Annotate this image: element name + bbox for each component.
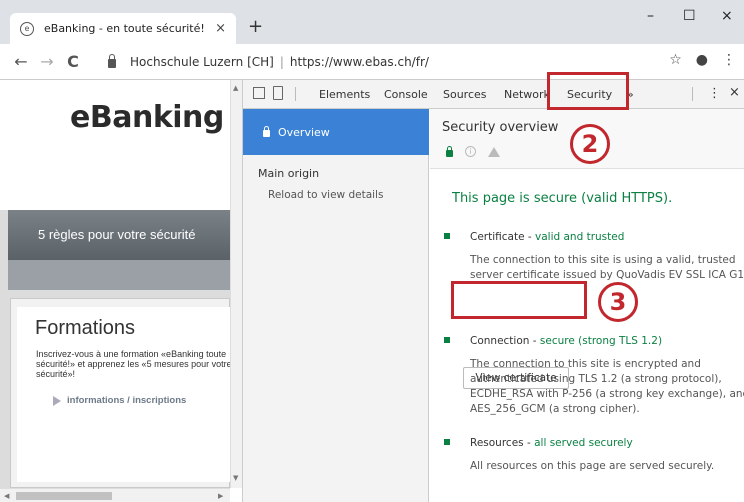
security-tab-highlight <box>547 72 629 110</box>
window-close-icon[interactable]: × <box>721 8 733 24</box>
main-origin-heading: Main origin <box>258 167 320 180</box>
url-text: https://www.ebas.ch/fr/ <box>289 55 429 69</box>
address-bar[interactable]: Hochschule Luzern [CH] | https://www.eba… <box>108 51 429 73</box>
tab-divider <box>295 87 296 101</box>
web-page: eBanking 5 règles pour votre sécurité Fo… <box>0 80 230 502</box>
green-bullet <box>444 337 450 343</box>
forward-icon[interactable]: → <box>34 52 60 71</box>
tab-title: eBanking - en toute sécurité! <box>44 22 205 35</box>
scroll-right-icon[interactable]: ▶ <box>218 492 223 500</box>
secure-lock-icon <box>446 146 453 157</box>
maximize-icon[interactable]: ☐ <box>683 8 696 24</box>
scroll-down-icon[interactable]: ▼ <box>233 474 238 482</box>
new-tab-button[interactable]: + <box>248 16 263 37</box>
globe-icon: e <box>20 21 34 36</box>
origin-name: Hochschule Luzern [CH] <box>130 55 274 69</box>
devtools-menu-icon[interactable]: ⋮ <box>708 86 721 101</box>
devtools-tabbar: Elements Console Sources Network Securit… <box>243 80 744 109</box>
secure-summary: This page is secure (valid HTTPS). <box>452 191 673 206</box>
device-toolbar-icon[interactable] <box>273 86 283 100</box>
resources-heading: Resources - all served securely <box>470 437 633 449</box>
play-arrow-icon <box>53 395 61 406</box>
green-bullet <box>444 233 450 239</box>
devtools-close-icon[interactable]: × <box>729 85 740 100</box>
tab-console[interactable]: Console <box>384 88 428 101</box>
menu-icon[interactable]: ⋮ <box>722 52 736 68</box>
connection-heading: Connection - secure (strong TLS 1.2) <box>470 335 663 347</box>
browser-toolbar: ← → C Hochschule Luzern [CH] | https://w… <box>0 44 744 80</box>
tab-network[interactable]: Network <box>504 88 550 101</box>
step-3-marker: 3 <box>598 282 638 322</box>
page-header: eBanking <box>0 80 230 210</box>
minimize-icon[interactable]: – <box>647 8 654 24</box>
lock-icon <box>263 126 270 137</box>
certificate-description: The connection to this site is using a v… <box>470 254 744 281</box>
scrollbar-thumb[interactable] <box>16 492 112 500</box>
banner-shadow <box>8 260 230 290</box>
inscriptions-link[interactable]: informations / inscriptions <box>53 395 186 406</box>
account-icon[interactable]: ● <box>696 52 708 68</box>
security-state-icons: i <box>446 146 500 157</box>
tab-elements[interactable]: Elements <box>319 88 370 101</box>
security-overview-title: Security overview <box>442 120 559 135</box>
star-icon[interactable]: ☆ <box>669 52 682 68</box>
sidebar-item-overview[interactable]: Overview <box>243 109 429 155</box>
green-bullet <box>444 439 450 445</box>
browser-tab[interactable]: e eBanking - en toute sécurité! × <box>10 13 236 44</box>
formations-panel: Formations Inscrivez-vous à une formatio… <box>10 298 230 488</box>
inspect-element-icon[interactable] <box>253 87 265 99</box>
certificate-heading: Certificate - valid and trusted <box>470 231 625 243</box>
connection-description: The connection to this site is encrypted… <box>470 358 744 415</box>
back-icon[interactable]: ← <box>8 52 34 71</box>
resources-description: All resources on this page are served se… <box>470 460 715 472</box>
tab-sources[interactable]: Sources <box>443 88 487 101</box>
tab-close-icon[interactable]: × <box>215 21 226 36</box>
toolbar-actions: ☆ ● ⋮ <box>669 52 736 68</box>
ebanking-logo[interactable]: eBanking <box>70 100 224 135</box>
formations-text: Inscrivez-vous à une formation «eBanking… <box>36 349 230 379</box>
security-rules-banner[interactable]: 5 règles pour votre sécurité <box>8 210 230 260</box>
step-2-marker: 2 <box>570 124 610 164</box>
scroll-left-icon[interactable]: ◀ <box>4 492 9 500</box>
reload-icon[interactable]: C <box>60 52 86 71</box>
sidebar-item-label: Overview <box>278 125 330 139</box>
reload-hint: Reload to view details <box>268 189 384 201</box>
page-horizontal-scrollbar[interactable]: ◀ ▶ <box>0 488 230 502</box>
warning-icon <box>488 146 500 157</box>
view-certificate-highlight <box>451 281 587 319</box>
browser-tab-strip: e eBanking - en toute sécurité! × + – ☐ … <box>0 0 744 44</box>
formations-title: Formations <box>35 317 136 339</box>
scroll-up-icon[interactable]: ▲ <box>233 84 238 92</box>
page-vertical-scrollbar[interactable]: ▲ ▼ <box>230 80 242 488</box>
info-icon: i <box>465 146 476 157</box>
lock-icon[interactable] <box>108 54 116 68</box>
tab-divider <box>692 87 693 101</box>
omnibox-separator: | <box>279 55 284 69</box>
security-sidebar: Overview Main origin Reload to view deta… <box>243 109 429 502</box>
inscriptions-link-label: informations / inscriptions <box>67 395 187 406</box>
